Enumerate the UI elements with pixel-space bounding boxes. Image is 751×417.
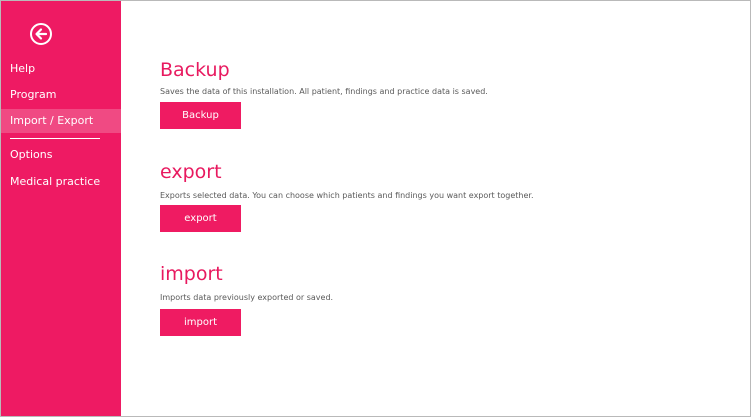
import-description: Imports data previously exported or save…	[160, 293, 334, 302]
back-button[interactable]	[30, 23, 52, 45]
main-content: Backup Saves the data of this installati…	[121, 1, 750, 416]
sidebar-item-help[interactable]: Help	[1, 57, 121, 81]
back-arrow-icon	[35, 28, 48, 40]
sidebar-item-import-export[interactable]: Import / Export	[1, 109, 121, 133]
sidebar-item-medical-practice[interactable]: Medical practice	[1, 170, 121, 194]
backup-title: Backup	[160, 59, 230, 81]
import-title: import	[160, 263, 223, 285]
import-button[interactable]: import	[160, 309, 241, 336]
export-description: Exports selected data. You can choose wh…	[160, 191, 534, 200]
sidebar-item-program[interactable]: Program	[1, 83, 121, 107]
export-button[interactable]: export	[160, 205, 241, 232]
sidebar-item-options[interactable]: Options	[1, 143, 121, 167]
backup-description: Saves the data of this installation. All…	[160, 87, 488, 96]
backup-button[interactable]: Backup	[160, 102, 241, 129]
sidebar-divider	[10, 138, 100, 139]
sidebar: Help Program Import / Export Options Med…	[1, 1, 121, 416]
export-title: export	[160, 161, 222, 183]
